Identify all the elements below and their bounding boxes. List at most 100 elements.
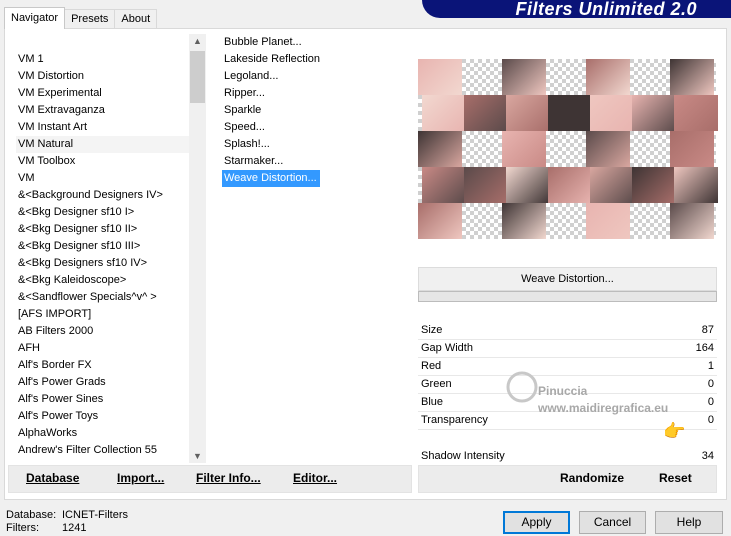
category-item[interactable]: VM Natural (16, 136, 196, 153)
database-button[interactable]: Database (26, 471, 79, 485)
category-item[interactable]: Alf's Power Sines (16, 391, 196, 408)
filter-item[interactable]: Starmaker... (222, 153, 320, 170)
pointing-hand-icon: 👉 (663, 421, 686, 441)
preview-tile (590, 167, 634, 203)
param-name: Transparency (421, 414, 488, 426)
param-value[interactable]: 1 (708, 360, 714, 372)
category-item[interactable]: [AFS IMPORT] (16, 306, 196, 323)
param-name: Gap Width (421, 342, 473, 354)
preview-tile (674, 167, 718, 203)
category-item[interactable]: VM Extravaganza (16, 102, 196, 119)
watermark: Pinuccia www.maidiregrafica.eu (500, 365, 700, 428)
category-item[interactable]: VM Experimental (16, 85, 196, 102)
param-row[interactable]: Size 87 (418, 322, 717, 340)
param-row[interactable]: Gap Width 164 (418, 340, 717, 358)
category-item[interactable]: VM (16, 170, 196, 187)
filter-name-label: Weave Distortion... (418, 267, 717, 291)
preview-tile (632, 167, 676, 203)
category-item[interactable]: &<Bkg Designer sf10 III> (16, 238, 196, 255)
category-item[interactable]: &<Background Designers IV> (16, 187, 196, 204)
filter-item[interactable]: Lakeside Reflection (222, 51, 320, 68)
param-value[interactable]: 164 (696, 342, 714, 354)
filter-item[interactable]: Legoland... (222, 68, 320, 85)
tab-about[interactable]: About (114, 9, 158, 29)
category-item[interactable]: VM 1 (16, 51, 196, 68)
category-list[interactable]: VM 1 VM Distortion VM Experimental VM Extra… (16, 51, 196, 459)
category-item[interactable]: AFH (16, 340, 196, 357)
param-value[interactable]: 87 (702, 324, 714, 336)
preview-tile (502, 59, 546, 95)
filter-item[interactable]: Speed... (222, 119, 320, 136)
preview-tile (632, 95, 676, 131)
progress-bar (418, 291, 717, 302)
right-toolbar: Randomize Reset (418, 465, 717, 493)
filter-item[interactable]: Bubble Planet... (222, 34, 320, 51)
randomize-button[interactable]: Randomize (560, 471, 624, 485)
param-row[interactable]: Shadow Intensity 34 (418, 448, 717, 466)
param-value[interactable]: 0 (708, 378, 714, 390)
preview-tile (586, 131, 630, 167)
category-item[interactable]: AB Filters 2000 (16, 323, 196, 340)
filters-label: Filters: (6, 522, 39, 534)
param-value[interactable]: 34 (702, 450, 714, 462)
category-item[interactable]: AlphaWorks (16, 425, 196, 442)
help-button[interactable]: Help (655, 511, 723, 534)
filter-preview (418, 59, 718, 239)
category-item[interactable]: &<Sandflower Specials^v^ > (16, 289, 196, 306)
preview-tile (502, 131, 546, 167)
preview-tile (586, 203, 630, 239)
tab-strip: Navigator Presets About (4, 7, 158, 29)
cancel-button[interactable]: Cancel (579, 511, 646, 534)
category-item[interactable]: VM Instant Art (16, 119, 196, 136)
preview-tile (418, 59, 462, 95)
category-item[interactable]: &<Bkg Designer sf10 II> (16, 221, 196, 238)
filter-list[interactable]: Bubble Planet... Lakeside Reflection Legol… (222, 34, 412, 187)
category-item[interactable]: &<Bkg Kaleidoscope> (16, 272, 196, 289)
filter-item[interactable]: Sparkle (222, 102, 320, 119)
watermark-url: www.maidiregrafica.eu (537, 401, 668, 415)
category-item[interactable]: Alf's Power Grads (16, 374, 196, 391)
scroll-up-icon[interactable]: ▲ (193, 36, 202, 46)
filter-item[interactable]: Ripper... (222, 85, 320, 102)
status-area: Database: ICNET-Filters Filters: 1241 (6, 509, 128, 535)
preview-tile (670, 59, 714, 95)
preview-tile (422, 167, 466, 203)
app-title: Filters Unlimited 2.0 (515, 0, 697, 19)
preview-tile (464, 167, 508, 203)
preview-tile (670, 203, 714, 239)
preview-tile (464, 95, 508, 131)
preview-tile (670, 131, 714, 167)
category-item[interactable]: Alf's Border FX (16, 357, 196, 374)
filter-info-button[interactable]: Filter Info... (196, 471, 261, 485)
watermark-logo-icon: Pinuccia www.maidiregrafica.eu (506, 371, 668, 415)
editor-button[interactable]: Editor... (293, 471, 337, 485)
tab-presets[interactable]: Presets (64, 9, 116, 29)
preview-tile (502, 203, 546, 239)
category-scrollbar[interactable]: ▲ ▼ (189, 34, 206, 463)
import-button[interactable]: Import... (117, 471, 164, 485)
category-item[interactable]: VM Toolbox (16, 153, 196, 170)
preview-tile (418, 203, 462, 239)
preview-tile (548, 167, 592, 203)
scroll-thumb[interactable] (190, 51, 205, 103)
filter-item[interactable]: Weave Distortion... (222, 170, 320, 187)
preview-tile (548, 95, 592, 131)
param-value[interactable]: 0 (708, 414, 714, 426)
category-item[interactable]: VM Distortion (16, 68, 196, 85)
filter-item[interactable]: Splash!... (222, 136, 320, 153)
category-item[interactable]: Alf's Power Toys (16, 408, 196, 425)
category-item[interactable]: Andrew's Filter Collection 55 (16, 442, 196, 459)
reset-button[interactable]: Reset (659, 471, 692, 485)
apply-button[interactable]: Apply (503, 511, 570, 534)
tab-navigator[interactable]: Navigator (4, 7, 66, 29)
left-toolbar: Database Import... Filter Info... Editor… (8, 465, 412, 493)
category-item[interactable]: &<Bkg Designer sf10 I> (16, 204, 196, 221)
database-value: ICNET-Filters (62, 509, 128, 521)
preview-tile (506, 167, 550, 203)
preview-tile (586, 59, 630, 95)
filters-count: 1241 (62, 522, 87, 534)
param-value[interactable]: 0 (708, 396, 714, 408)
param-name: Red (421, 360, 442, 372)
category-item[interactable]: &<Bkg Designers sf10 IV> (16, 255, 196, 272)
scroll-down-icon[interactable]: ▼ (193, 451, 202, 461)
